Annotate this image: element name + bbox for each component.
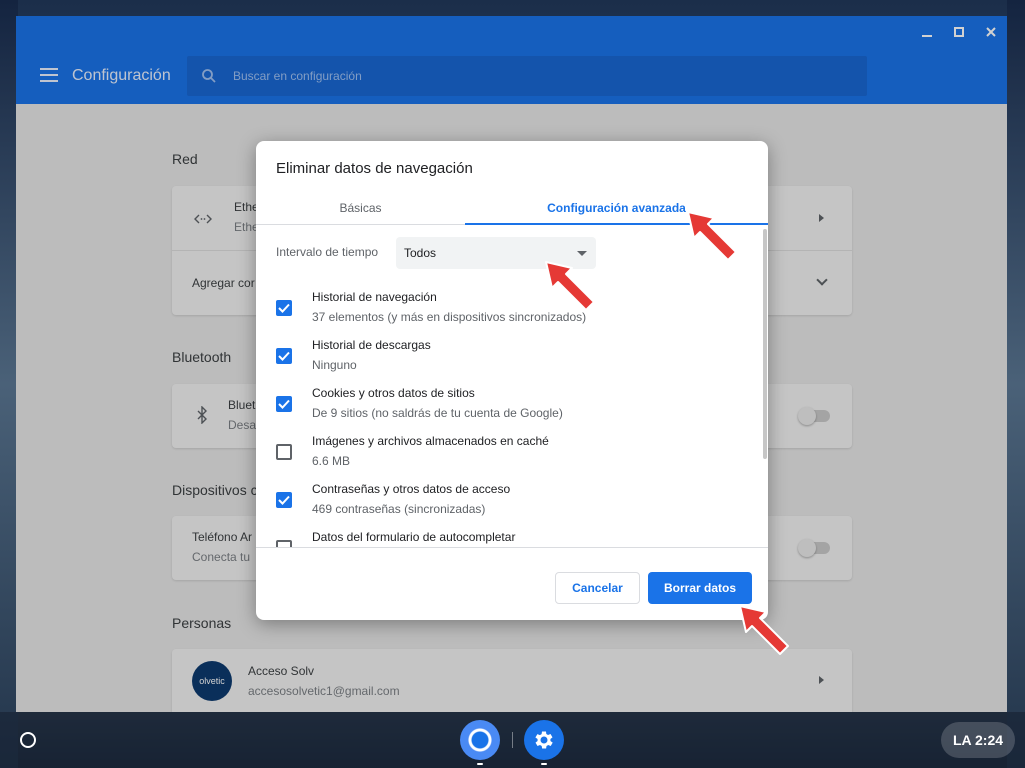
checkbox-checked[interactable]: [276, 396, 292, 412]
status-tray[interactable]: LA 2:24: [941, 722, 1015, 758]
dialog-scrollbar[interactable]: [763, 229, 767, 459]
checkmark-icon: [278, 303, 290, 313]
checkbox-unchecked[interactable]: [276, 444, 292, 460]
status-tray-text: LA 2:24: [952, 732, 1004, 748]
item-subtitle: De 9 sitios (no saldrás de tu cuenta de …: [312, 406, 563, 420]
list-item-autofill[interactable]: Datos del formulario de autocompletar: [256, 524, 756, 548]
dialog-scroll-area[interactable]: Intervalo de tiempo Todos Historial de n…: [256, 226, 768, 548]
shelf-separator: [512, 732, 513, 748]
chrome-app-icon[interactable]: [460, 720, 500, 760]
list-item-download-history[interactable]: Historial de descargas Ninguno: [256, 332, 756, 380]
annotation-arrow-icon: [739, 605, 789, 655]
item-title: Contraseñas y otros datos de acceso: [312, 482, 511, 496]
running-indicator: [477, 763, 483, 765]
annotation-arrow-icon: [687, 211, 737, 261]
item-subtitle: 469 contraseñas (sincronizadas): [312, 502, 486, 516]
dialog-footer-divider: [256, 547, 768, 548]
clear-data-button[interactable]: Borrar datos: [648, 572, 752, 604]
item-title: Cookies y otros datos de sitios: [312, 386, 475, 400]
launcher-button[interactable]: [20, 732, 36, 748]
running-indicator: [541, 763, 547, 765]
annotation-arrow-icon: [545, 261, 595, 311]
checkbox-checked[interactable]: [276, 492, 292, 508]
item-subtitle: 6.6 MB: [312, 454, 351, 468]
checkmark-icon: [278, 351, 290, 361]
system-shelf: LA 2:24: [0, 712, 1025, 768]
settings-app-button[interactable]: [524, 720, 564, 760]
item-subtitle: Ninguno: [312, 358, 357, 372]
item-title: Datos del formulario de autocompletar: [312, 530, 516, 544]
desktop-wallpaper-right: [1007, 0, 1025, 768]
item-title: Historial de navegación: [312, 290, 437, 304]
list-item-cache[interactable]: Imágenes y archivos almacenados en caché…: [256, 428, 756, 476]
list-item-cookies[interactable]: Cookies y otros datos de sitios De 9 sit…: [256, 380, 756, 428]
tab-basic[interactable]: Básicas: [256, 191, 465, 225]
gear-icon: [535, 731, 553, 749]
item-title: Imágenes y archivos almacenados en caché: [312, 434, 549, 448]
time-range-value: Todos: [404, 246, 437, 260]
item-title: Historial de descargas: [312, 338, 431, 352]
checkbox-checked[interactable]: [276, 300, 292, 316]
dropdown-arrow-icon: [577, 251, 587, 256]
time-range-label: Intervalo de tiempo: [276, 245, 379, 259]
dialog-title: Eliminar datos de navegación: [276, 160, 473, 177]
list-item-browsing-history[interactable]: Historial de navegación 37 elementos (y …: [256, 284, 756, 332]
list-item-passwords[interactable]: Contraseñas y otros datos de acceso 469 …: [256, 476, 756, 524]
checkbox-checked[interactable]: [276, 348, 292, 364]
checkmark-icon: [278, 399, 290, 409]
cancel-button[interactable]: Cancelar: [555, 572, 640, 604]
checkmark-icon: [278, 495, 290, 505]
